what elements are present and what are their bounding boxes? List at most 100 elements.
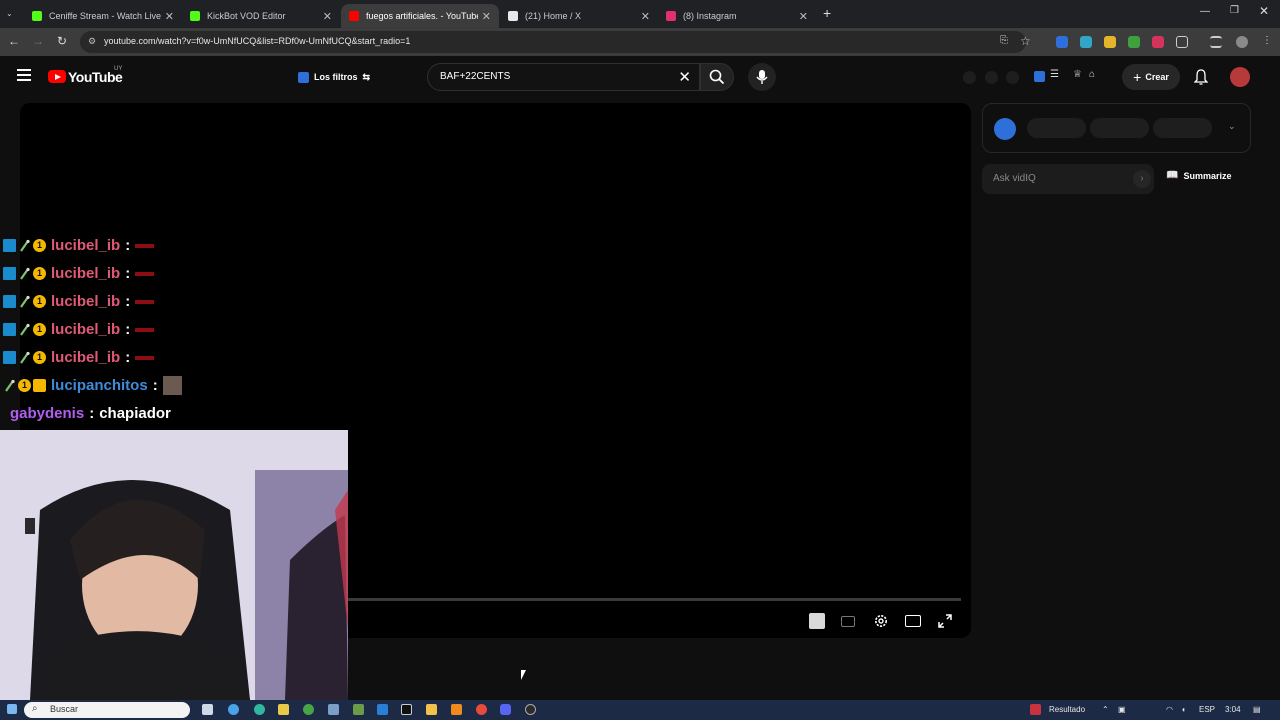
extension-icon-5[interactable] bbox=[1152, 36, 1164, 48]
extensions-puzzle-icon[interactable] bbox=[1176, 36, 1188, 48]
search-button[interactable] bbox=[700, 63, 734, 91]
new-tab-button[interactable]: + bbox=[823, 5, 831, 21]
back-button[interactable]: ← bbox=[6, 34, 22, 48]
chat-emote-icon bbox=[135, 244, 155, 248]
restore-window-button[interactable]: ❐ bbox=[1230, 5, 1239, 16]
reload-button[interactable]: ↻ bbox=[54, 34, 70, 48]
taskbar-search-input[interactable]: ⌕ Buscar bbox=[24, 702, 190, 718]
create-button[interactable]: + Crear bbox=[1122, 64, 1180, 90]
install-app-icon[interactable]: ⎘ bbox=[1000, 35, 1008, 46]
chrome-icon[interactable] bbox=[476, 704, 487, 715]
ask-vidiq-placeholder: Ask vidIQ bbox=[993, 173, 1036, 184]
extension-icon-2[interactable] bbox=[1080, 36, 1092, 48]
xbox-icon[interactable] bbox=[303, 704, 314, 715]
chat-message: 1 lucibel_ib: bbox=[3, 260, 155, 286]
folder-icon[interactable] bbox=[426, 704, 437, 715]
profile-avatar-icon[interactable] bbox=[1236, 36, 1248, 48]
terminal-app-icon[interactable] bbox=[353, 704, 364, 715]
weather-label[interactable]: Resultado bbox=[1049, 705, 1085, 714]
tab-close-icon[interactable]: ✕ bbox=[641, 10, 650, 23]
vscode-icon[interactable] bbox=[377, 704, 388, 715]
vidiq-chip-3[interactable] bbox=[1153, 118, 1212, 138]
extension-icon-4[interactable] bbox=[1128, 36, 1140, 48]
chat-username[interactable]: lucibel_ib bbox=[51, 237, 120, 254]
search-input[interactable]: BAF+22CENTS ✕ bbox=[427, 63, 700, 91]
browser-tab[interactable]: fuegos artificiales. - YouTube ✕ bbox=[341, 4, 499, 28]
tab-close-icon[interactable]: ✕ bbox=[165, 10, 174, 23]
vidiq-toolbar-dot-2[interactable] bbox=[985, 71, 998, 84]
minimize-window-button[interactable]: — bbox=[1200, 6, 1210, 17]
one-badge-icon: 1 bbox=[18, 378, 31, 392]
settings-gear-icon[interactable] bbox=[873, 613, 889, 629]
file-explorer-app-icon[interactable] bbox=[278, 704, 289, 715]
vidiq-logo-icon[interactable] bbox=[1034, 71, 1045, 82]
notifications-bell-icon[interactable] bbox=[1194, 69, 1208, 85]
theater-mode-icon[interactable] bbox=[905, 615, 921, 627]
vidiq-chip-2[interactable] bbox=[1090, 118, 1149, 138]
bookmark-star-icon[interactable]: ☆ bbox=[1020, 34, 1031, 48]
extension-icon-3[interactable] bbox=[1104, 36, 1116, 48]
volume-icon[interactable]: ◖ bbox=[1181, 705, 1186, 714]
windows-start-icon[interactable] bbox=[7, 704, 17, 714]
fullscreen-icon[interactable] bbox=[937, 613, 953, 629]
chat-username[interactable]: gabydenis bbox=[10, 405, 84, 422]
forward-button[interactable]: → bbox=[30, 34, 46, 48]
microphone-icon bbox=[756, 70, 768, 84]
list-menu-icon[interactable]: ☰ bbox=[1050, 69, 1059, 80]
copilot-icon[interactable] bbox=[228, 704, 239, 715]
chat-username[interactable]: lucibel_ib bbox=[51, 265, 120, 282]
site-info-icon[interactable]: ⚙ bbox=[88, 36, 96, 47]
vidiq-chip-1[interactable] bbox=[1027, 118, 1086, 138]
browser-tab[interactable]: (8) Instagram ✕ bbox=[658, 4, 816, 28]
chat-username[interactable]: lucibel_ib bbox=[51, 349, 120, 366]
tray-apps-icon[interactable]: ▣ bbox=[1118, 705, 1126, 714]
chat-username[interactable]: lucipanchitos bbox=[51, 377, 148, 394]
edge-icon[interactable] bbox=[254, 704, 265, 715]
browser-tab[interactable]: KickBot VOD Editor ✕ bbox=[182, 4, 340, 28]
vidiq-toolbar-dot-1[interactable] bbox=[963, 71, 976, 84]
clock-time[interactable]: 3:04 bbox=[1225, 705, 1241, 714]
chat-username[interactable]: lucibel_ib bbox=[51, 321, 120, 338]
youtube-logo-icon[interactable] bbox=[48, 70, 66, 83]
media-controls-icon[interactable] bbox=[1210, 36, 1222, 48]
browser-tab[interactable]: Ceniffe Stream - Watch Live ✕ bbox=[24, 4, 182, 28]
browser-menu-icon[interactable]: ⋮ bbox=[1262, 35, 1272, 46]
ask-vidiq-input[interactable]: Ask vidIQ › bbox=[982, 164, 1154, 194]
subtitles-icon[interactable] bbox=[841, 616, 855, 627]
weather-result-icon[interactable] bbox=[1030, 704, 1041, 715]
tab-favicon-icon bbox=[666, 11, 676, 21]
vidiq-player-icon[interactable] bbox=[809, 613, 825, 629]
chat-message: 1 lucibel_ib: bbox=[3, 288, 155, 314]
filters-button[interactable]: Los filtros ⇆ bbox=[290, 67, 378, 87]
send-arrow-icon[interactable]: › bbox=[1133, 170, 1151, 188]
voice-search-button[interactable] bbox=[748, 63, 776, 91]
tab-search-icon[interactable]: ⌄ bbox=[6, 9, 13, 18]
tab-close-icon[interactable]: ✕ bbox=[482, 10, 491, 23]
tag-icon[interactable]: ⌂ bbox=[1089, 69, 1095, 80]
close-window-button[interactable]: ✕ bbox=[1259, 4, 1269, 18]
account-avatar[interactable] bbox=[1230, 67, 1250, 87]
address-bar[interactable]: ⚙ youtube.com/watch?v=f0w-UmNfUCQ&list=R… bbox=[80, 31, 1031, 53]
summarize-button[interactable]: 📖 Summarize bbox=[1166, 170, 1231, 181]
capcut-icon[interactable] bbox=[401, 704, 412, 715]
tab-close-icon[interactable]: ✕ bbox=[799, 10, 808, 23]
wifi-icon[interactable]: ◠ bbox=[1166, 705, 1173, 714]
chat-username[interactable]: lucibel_ib bbox=[51, 293, 120, 310]
notifications-icon[interactable]: ▤ bbox=[1253, 705, 1261, 714]
discord-icon[interactable] bbox=[500, 704, 511, 715]
hamburger-menu-icon[interactable] bbox=[17, 69, 31, 81]
browser-tab[interactable]: (21) Home / X ✕ bbox=[500, 4, 658, 28]
vlc-icon[interactable] bbox=[451, 704, 462, 715]
tab-close-icon[interactable]: ✕ bbox=[323, 10, 332, 23]
minecraft-icon[interactable] bbox=[328, 704, 339, 715]
tray-chevron-icon[interactable]: ⌃ bbox=[1102, 705, 1109, 714]
chat-emote-icon bbox=[135, 356, 155, 360]
language-indicator[interactable]: ESP bbox=[1199, 705, 1215, 714]
clear-search-icon[interactable]: ✕ bbox=[678, 68, 691, 86]
trophy-icon[interactable]: ♕ bbox=[1073, 69, 1082, 80]
task-view-icon[interactable] bbox=[202, 704, 213, 715]
obs-icon[interactable] bbox=[525, 704, 536, 715]
extension-icon-1[interactable] bbox=[1056, 36, 1068, 48]
vidiq-toolbar-dot-3[interactable] bbox=[1006, 71, 1019, 84]
chevron-down-icon[interactable]: ⌄ bbox=[1228, 121, 1236, 132]
